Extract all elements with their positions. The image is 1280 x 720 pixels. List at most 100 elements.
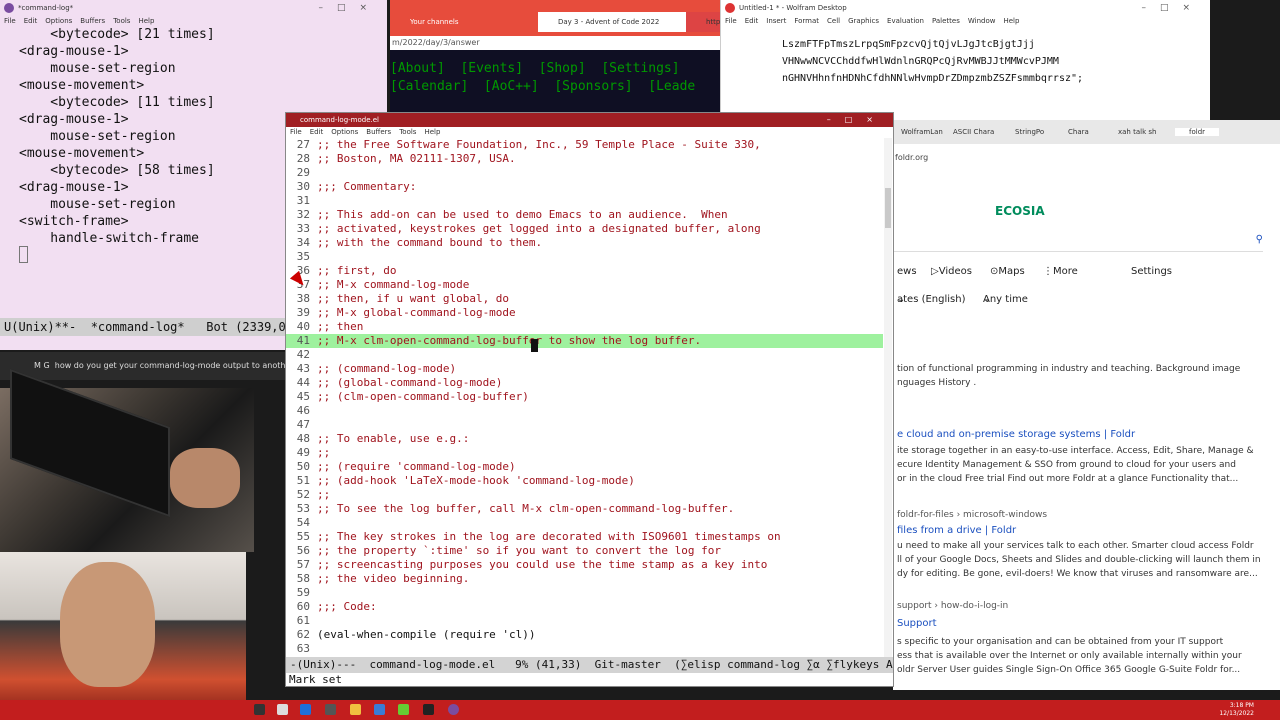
code-line[interactable]: 35 (286, 250, 883, 264)
filter-maps[interactable]: ⊙ Maps (990, 266, 1025, 277)
code-line[interactable]: 33 ;; activated, keystrokes get logged in… (286, 222, 883, 236)
search-filters[interactable]: ews ▷ Videos ⊙ Maps ⋮ More Settings ates (E… (893, 266, 1280, 305)
language-select[interactable]: ates (English) ⌄ (897, 294, 966, 305)
menu-cell[interactable]: Cell (827, 17, 840, 25)
app-icon[interactable] (423, 704, 434, 715)
menu-file[interactable]: File (725, 17, 737, 25)
menu-file[interactable]: File (290, 128, 302, 136)
menu-tools[interactable]: Tools (399, 128, 416, 136)
code-line[interactable]: 27 ;; the Free Software Foundation, Inc.,… (286, 138, 883, 152)
code-line[interactable]: 36;; first, do (286, 264, 883, 278)
wolfram-window[interactable]: Untitled-1 * - Wolfram Desktop –□× File E… (720, 0, 1210, 120)
tab-stringpo[interactable]: StringPo (1015, 128, 1044, 136)
code-line[interactable]: 52;; (286, 488, 883, 502)
taskbar-clock[interactable]: 3:18 PM 12/13/2022 (1219, 702, 1254, 718)
scrollbar-thumb[interactable] (885, 188, 891, 228)
tab-chara[interactable]: Chara (1068, 128, 1089, 136)
code-line[interactable]: 59 (286, 586, 883, 600)
menu-buffers[interactable]: Buffers (80, 17, 105, 25)
code-line[interactable]: 58 ;; the video beginning. (286, 572, 883, 586)
tab-xah[interactable]: xah talk sh (1118, 128, 1156, 136)
menu-help[interactable]: Help (424, 128, 440, 136)
ecosia-logo[interactable]: ECOSIA (995, 204, 1045, 218)
menu-help[interactable]: Help (138, 17, 154, 25)
code-line[interactable]: 37;; M-x command-log-mode (286, 278, 883, 292)
code-line[interactable]: 51 ;; (add-hook 'LaTeX-mode-hook 'command… (286, 474, 883, 488)
app-icon[interactable] (300, 704, 311, 715)
window-controls[interactable]: –□× (318, 0, 381, 16)
command-log-titlebar[interactable]: *command-log* –□× (0, 0, 387, 16)
filter-videos[interactable]: ▷ Videos (931, 266, 972, 277)
code-line[interactable]: 42 (286, 348, 883, 362)
menu-options[interactable]: Options (45, 17, 72, 25)
result-title-link[interactable]: e cloud and on-premise storage systems |… (897, 429, 1277, 441)
taskbar[interactable]: 3:18 PM 12/13/2022 (0, 700, 1280, 720)
code-line[interactable]: 49;; (286, 446, 883, 460)
menu-graphics[interactable]: Graphics (848, 17, 879, 25)
time-select[interactable]: Any time ⌄ (983, 294, 1028, 305)
tab-ascii[interactable]: ASCII Chara (953, 128, 994, 136)
emacs-menu-bar[interactable]: File Edit Options Buffers Tools Help (286, 127, 893, 138)
emacs-main-window[interactable]: command-log-mode.el –□× File Edit Options B… (285, 112, 894, 687)
aoc-browser-window[interactable]: Your channels Day 3 - Advent of Code 202… (390, 0, 726, 120)
menu-evaluation[interactable]: Evaluation (887, 17, 924, 25)
code-line[interactable]: 39 ;; M-x global-command-log-mode (286, 306, 883, 320)
code-line[interactable]: 56 ;; the property `:time' so if you want… (286, 544, 883, 558)
code-line[interactable]: 41 ;; M-x clm-open-command-log-buffer to … (286, 334, 883, 352)
emacs-icon[interactable] (448, 704, 459, 715)
wolfram-titlebar[interactable]: Untitled-1 * - Wolfram Desktop –□× (721, 0, 1210, 16)
code-line[interactable]: 29 (286, 166, 883, 180)
menu-window[interactable]: Window (968, 17, 996, 25)
filter-news[interactable]: ews (897, 266, 917, 277)
app-icon[interactable] (277, 704, 288, 715)
code-line[interactable]: 34 ;; with the command bound to them. (286, 236, 883, 250)
menu-palettes[interactable]: Palettes (932, 17, 960, 25)
tab-your-channels[interactable]: Your channels (390, 12, 540, 32)
menu-edit[interactable]: Edit (24, 17, 38, 25)
code-line[interactable]: 40 ;; then (286, 320, 883, 334)
wolfram-menu[interactable]: File Edit Insert Format Cell Graphics Evaluati… (721, 16, 1210, 27)
menu-file[interactable]: File (4, 17, 16, 25)
minibuffer[interactable]: Mark set (286, 673, 893, 687)
code-line[interactable]: 48 ;; To enable, use e.g.: (286, 432, 883, 446)
folder-icon[interactable] (350, 704, 361, 715)
code-line[interactable]: 55 ;; The key strokes in the log are deco… (286, 530, 883, 544)
code-line[interactable]: 62 (eval-when-compile (require 'cl)) (286, 628, 883, 642)
app-icon[interactable] (398, 704, 409, 715)
menu-help[interactable]: Help (1003, 17, 1019, 25)
app-icon[interactable] (325, 704, 336, 715)
result-title-link[interactable]: files from a drive | Foldr (897, 525, 1277, 537)
scrollbar[interactable] (884, 138, 892, 657)
code-line[interactable]: 45 ;; (clm-open-command-log-buffer) (286, 390, 883, 404)
code-line[interactable]: 61 (286, 614, 883, 628)
menu-tools[interactable]: Tools (113, 17, 130, 25)
window-controls[interactable]: –□× (1141, 0, 1204, 16)
ecosia-address-bar[interactable]: foldr.org (893, 144, 1280, 172)
ecosia-tabbar[interactable]: WolframLan ASCII Chara StringPo Chara xa… (893, 120, 1280, 144)
menu-insert[interactable]: Insert (766, 17, 786, 25)
code-line[interactable]: 54 (286, 516, 883, 530)
search-icon[interactable]: ⚲ (1256, 234, 1263, 245)
window-controls[interactable]: –□× (827, 113, 887, 127)
aoc-nav-row1[interactable]: [About] [Events] [Shop] [Settings] (390, 60, 695, 78)
code-line[interactable]: 31 (286, 194, 883, 208)
code-line[interactable]: 60 ;;; Code: (286, 600, 883, 614)
ecosia-browser-window[interactable]: WolframLan ASCII Chara StringPo Chara xa… (893, 120, 1280, 690)
code-buffer[interactable]: 27 ;; the Free Software Foundation, Inc.,… (286, 138, 883, 660)
code-line[interactable]: 50 ;; (require 'command-log-mode) (286, 460, 883, 474)
result-title-link[interactable]: Support (897, 618, 1277, 630)
filter-more[interactable]: ⋮ More (1043, 266, 1078, 277)
start-icon[interactable] (254, 704, 265, 715)
aoc-nav-row2[interactable]: [Calendar] [AoC++] [Sponsors] [Leade (390, 78, 695, 96)
code-line[interactable]: 28 ;; Boston, MA 02111-1307, USA. (286, 152, 883, 166)
code-line[interactable]: 63 (286, 642, 883, 656)
browser-tabbar[interactable]: Your channels Day 3 - Advent of Code 202… (390, 0, 726, 36)
menu-edit[interactable]: Edit (310, 128, 324, 136)
settings-link[interactable]: Settings (1131, 266, 1172, 277)
tab-wolfram[interactable]: WolframLan (901, 128, 943, 136)
code-line[interactable]: 30 ;;; Commentary: (286, 180, 883, 194)
code-line[interactable]: 44 ;; (global-command-log-mode) (286, 376, 883, 390)
code-line[interactable]: 43 ;; (command-log-mode) (286, 362, 883, 376)
code-line[interactable]: 47 (286, 418, 883, 432)
tab-advent-of-code[interactable]: Day 3 - Advent of Code 2022 (538, 12, 686, 32)
